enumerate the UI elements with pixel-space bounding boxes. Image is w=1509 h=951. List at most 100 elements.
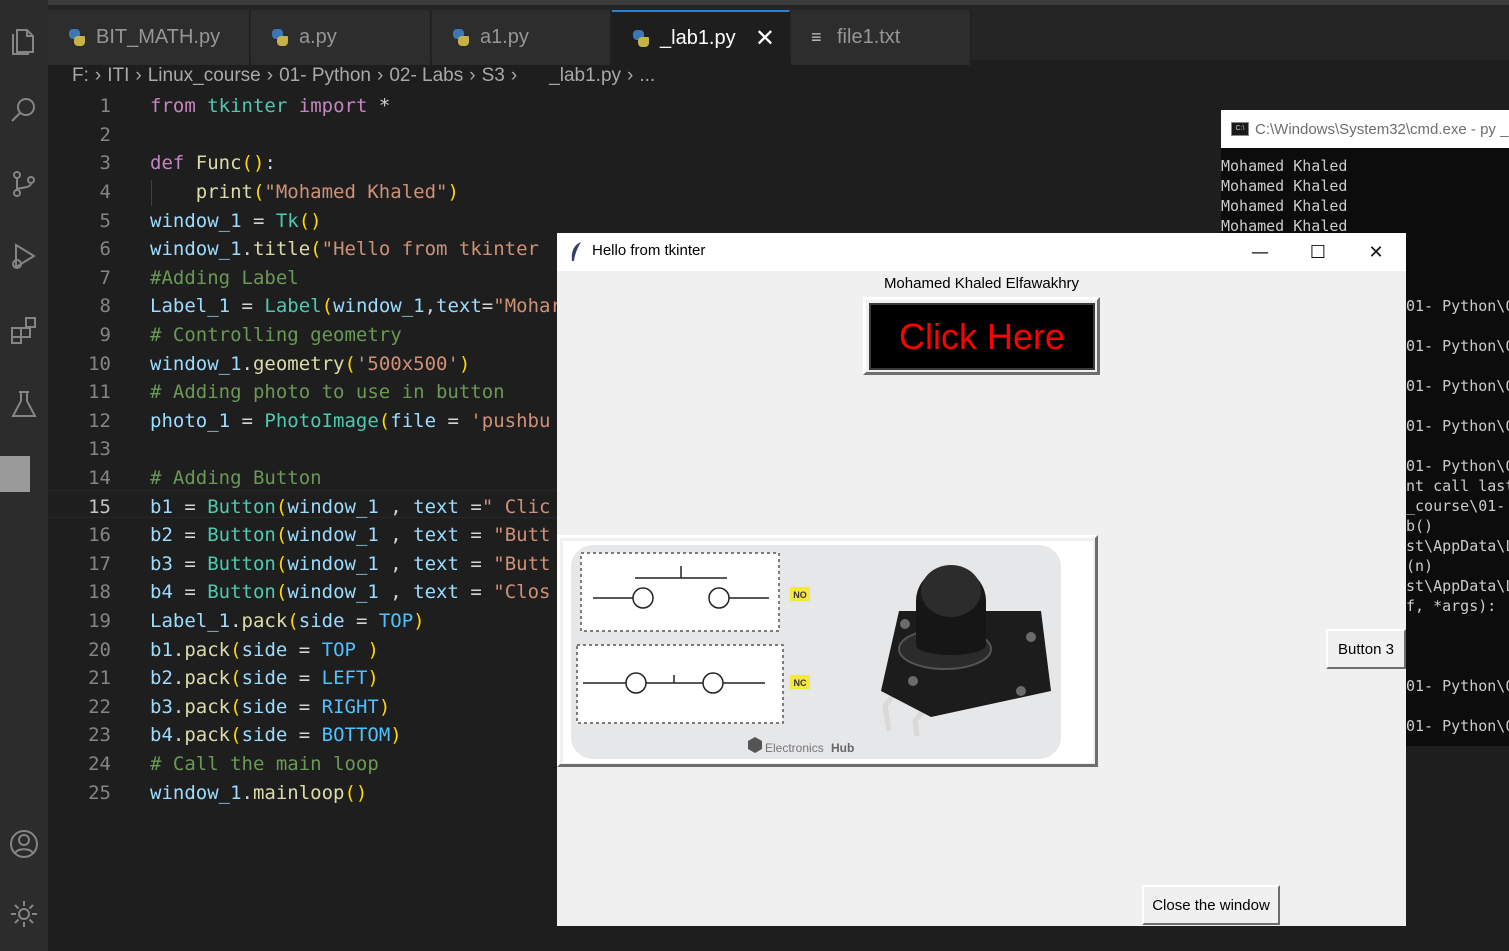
line-number: 5 xyxy=(99,209,111,232)
chevron-right-icon: › xyxy=(266,65,274,86)
code-token: side xyxy=(241,724,288,747)
tab-file1[interactable]: ≡ file1.txt xyxy=(791,10,971,65)
code-token: Button xyxy=(207,524,276,547)
code-text: window_1.title("Hello from tkinter xyxy=(150,238,539,260)
breadcrumb-item[interactable]: 01- Python xyxy=(279,65,371,87)
code-token: "Clos xyxy=(493,581,551,604)
cmd-titlebar[interactable]: C:\ C:\Windows\System32\cmd.exe - py _ xyxy=(1221,110,1509,148)
line-number: 4 xyxy=(99,181,111,204)
breadcrumb-item[interactable]: ... xyxy=(639,65,655,87)
code-token: RIGHT xyxy=(321,695,379,718)
breadcrumb-item[interactable]: Linux_course xyxy=(148,65,261,87)
code-token: ( xyxy=(230,724,242,747)
code-token: ( xyxy=(310,238,322,261)
code-token: title xyxy=(252,238,311,261)
code-token: = xyxy=(458,552,494,575)
close-window-icon[interactable]: ✕ xyxy=(1347,233,1405,271)
cmd-output-line: st\AppData\L xyxy=(1406,577,1509,595)
code-token: () xyxy=(344,781,368,804)
cmd-output-line: 01- Python\0 xyxy=(1406,297,1509,315)
tkinter-window[interactable]: Hello from tkinter — ☐ ✕ Mohamed Khaled … xyxy=(557,233,1406,926)
account-icon[interactable] xyxy=(0,820,48,868)
code-text: #Adding Label xyxy=(150,267,299,289)
explorer-icon[interactable] xyxy=(0,16,48,64)
click-here-button[interactable]: Click Here xyxy=(863,297,1100,375)
code-token: ( xyxy=(252,181,265,204)
code-token: ( xyxy=(275,495,288,518)
code-token: geometry xyxy=(252,352,345,375)
code-token: b1 xyxy=(150,638,173,661)
breadcrumb-item[interactable]: F: xyxy=(72,65,89,87)
brand-label: Electronics xyxy=(765,741,824,755)
tab-a1[interactable]: a1.py xyxy=(432,10,611,65)
source-control-icon[interactable] xyxy=(0,160,48,208)
extensions-icon[interactable] xyxy=(0,306,48,354)
pushbutton-image-button[interactable]: NO NC Electronics Hub xyxy=(557,535,1098,767)
active-view-indicator xyxy=(0,456,30,492)
minimize-icon[interactable]: — xyxy=(1231,233,1289,271)
code-token: pack xyxy=(184,695,231,718)
run-debug-icon[interactable] xyxy=(0,232,48,280)
code-token: text xyxy=(436,295,482,318)
name-label: Mohamed Khaled Elfawakhry xyxy=(883,275,1080,292)
code-text: window_1 = Tk() xyxy=(150,210,322,232)
code-text: window_1.geometry('500x500') xyxy=(150,353,470,375)
code-token: Button xyxy=(207,581,276,604)
tab-label: a.py xyxy=(299,26,337,48)
breadcrumb-item[interactable]: 02- Labs xyxy=(389,65,463,87)
cmd-output-line: _course\01- xyxy=(1406,497,1506,515)
code-text: window_1.mainloop() xyxy=(150,782,367,804)
code-token: Func xyxy=(195,152,242,175)
tab-bit-math[interactable]: BIT_MATH.py xyxy=(48,10,250,65)
tab-lab1[interactable]: _lab1.py ✕ xyxy=(612,10,790,65)
code-text: b3 = Button(window_1 , text = "Butt xyxy=(150,553,550,575)
code-token: ) xyxy=(458,352,471,375)
code-token: " Clic xyxy=(481,495,551,518)
cmd-output-line: 01- Python\0 xyxy=(1406,377,1509,395)
code-token: = xyxy=(230,295,265,318)
code-token: b2 xyxy=(150,667,173,690)
breadcrumb-item[interactable]: _lab1.py xyxy=(549,65,621,87)
code-token: window_1 xyxy=(287,495,379,518)
code-token: side xyxy=(241,638,288,661)
code-token: window_1 xyxy=(333,295,425,318)
code-token: from xyxy=(150,95,196,118)
cmd-output-line: 01- Python\0 xyxy=(1406,677,1509,695)
testing-flask-icon[interactable] xyxy=(0,380,48,428)
code-token: ( xyxy=(287,610,299,633)
close-the-window-button[interactable]: Close the window xyxy=(1142,885,1280,925)
code-token: side xyxy=(241,695,288,718)
settings-gear-icon[interactable] xyxy=(0,890,48,938)
tk-titlebar[interactable]: Hello from tkinter — ☐ ✕ xyxy=(557,233,1406,271)
line-number: 25 xyxy=(88,781,111,804)
code-token: = xyxy=(287,638,322,661)
line-number: 18 xyxy=(88,581,111,604)
code-token: # Adding photo to use in button xyxy=(150,381,505,404)
tab-label: file1.txt xyxy=(837,26,901,48)
code-token: . xyxy=(172,667,185,690)
tk-window-title: Hello from tkinter xyxy=(592,242,706,259)
line-number: 1 xyxy=(99,95,111,118)
search-icon[interactable] xyxy=(0,86,48,134)
cmd-title: C:\Windows\System32\cmd.exe - py _ xyxy=(1255,120,1509,138)
code-token: print xyxy=(195,181,253,204)
code-token: . xyxy=(172,638,185,661)
button-3[interactable]: Button 3 xyxy=(1326,629,1406,669)
code-token: window_1 xyxy=(287,581,379,604)
code-text: def Func(): xyxy=(150,152,276,174)
close-tab-icon[interactable]: ✕ xyxy=(755,24,775,53)
tab-a[interactable]: a.py xyxy=(251,10,431,65)
code-token: ) xyxy=(390,724,402,747)
line-number: 10 xyxy=(88,352,111,375)
line-number: 20 xyxy=(88,638,111,661)
breadcrumb-item[interactable]: ITI xyxy=(107,65,129,87)
breadcrumb-item[interactable]: S3 xyxy=(482,65,505,87)
code-token: ( xyxy=(230,695,242,718)
code-text: Label_1 = Label(window_1,text="Mohar xyxy=(150,295,562,317)
line-number: 7 xyxy=(99,266,111,289)
code-token: "Butt xyxy=(493,524,551,547)
maximize-icon[interactable]: ☐ xyxy=(1289,233,1347,271)
